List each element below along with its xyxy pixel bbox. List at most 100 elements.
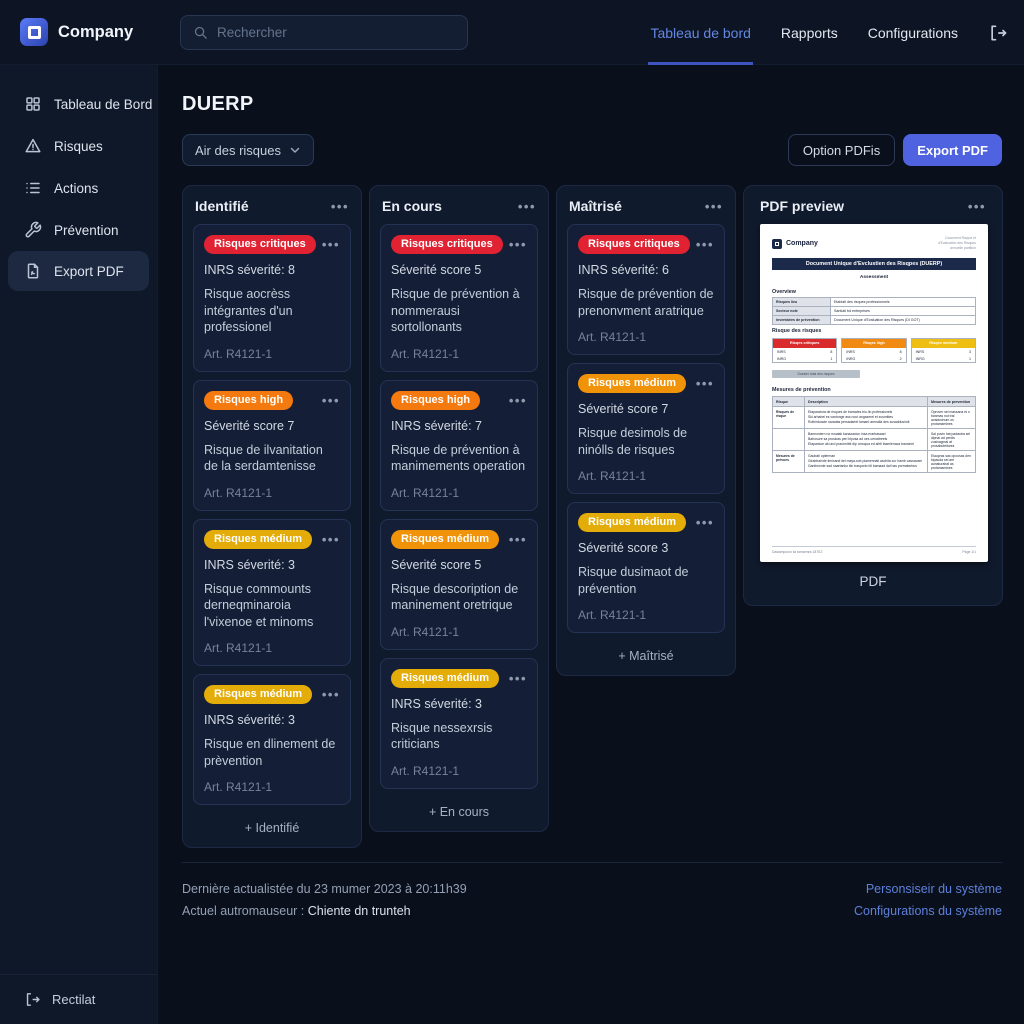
card-article: Art. R4121-1: [204, 485, 273, 500]
sidebar-item-export-pdf[interactable]: Export PDF: [8, 251, 149, 291]
risk-filter-dropdown[interactable]: Air des risques: [182, 134, 314, 166]
card-menu-icon[interactable]: •••: [322, 533, 340, 546]
add-card-button[interactable]: + En cours: [380, 797, 538, 819]
export-pdf-button[interactable]: Export PDF: [903, 134, 1002, 166]
card-menu-icon[interactable]: •••: [696, 238, 714, 251]
logout-icon: [26, 993, 40, 1006]
sidebar-item-tableau-de-bord[interactable]: Tableau de Bord: [0, 83, 157, 125]
link-personnaliser-systeme[interactable]: Personsiseir du système: [854, 879, 1002, 901]
risk-card[interactable]: Risques high ••• INRS séverité: 7 Risque…: [380, 379, 538, 511]
pdf-preview-menu-icon[interactable]: •••: [968, 200, 986, 213]
sidebar-item-label: Export PDF: [54, 263, 124, 279]
risk-card[interactable]: Risques critiques ••• Séverité score 5 R…: [380, 224, 538, 372]
nav-configurations[interactable]: Configurations: [866, 0, 960, 65]
card-menu-icon[interactable]: •••: [509, 238, 527, 251]
card-article: Art. R4121-1: [204, 780, 273, 794]
card-menu-icon[interactable]: •••: [322, 238, 340, 251]
pdf-preview-panel: PDF preview ••• Company Document Risque …: [743, 185, 1003, 606]
top-navigation: Tableau de bord Rapports Configurations: [648, 0, 1008, 65]
sidebar-logout-label: Rectilat: [52, 992, 96, 1007]
status-badge: Risques médium: [204, 529, 313, 549]
pdf-mesures-table: Risque Description Mesures de prevention…: [772, 396, 976, 474]
sidebar-logout[interactable]: Rectilat: [0, 974, 157, 1024]
page-title: DUERP: [182, 93, 254, 115]
search-input[interactable]: [217, 25, 455, 40]
risk-card[interactable]: Risques médium ••• Séverité score 7 Risq…: [567, 363, 725, 494]
card-severity: INRS séverité: 7: [391, 418, 483, 433]
sidebar-item-label: Prévention: [54, 222, 119, 238]
status-badge: Risques médium: [578, 513, 687, 532]
column-identifie: Identifié ••• Risques critiques ••• INRS…: [182, 185, 362, 848]
column-menu-icon[interactable]: •••: [518, 200, 536, 213]
risk-card[interactable]: Risques high ••• Séverité score 7 Risque…: [193, 379, 351, 511]
card-description: Risque de prévention à manimements opera…: [391, 442, 526, 474]
add-card-button[interactable]: + Maîtrisé: [567, 641, 725, 663]
grid-icon: [26, 97, 40, 111]
pdf-company-name: Company: [786, 240, 818, 248]
card-menu-icon[interactable]: •••: [696, 516, 714, 529]
card-description: Risque commounts derneqminaroia l'vixeno…: [204, 581, 314, 629]
card-article: Art. R4121-1: [204, 641, 273, 655]
pdf-risk-box-high: Risqes high: [842, 339, 906, 349]
risk-card[interactable]: Risques médium ••• Séverité score 3 Risq…: [567, 502, 725, 633]
card-menu-icon[interactable]: •••: [509, 672, 527, 685]
risk-card[interactable]: Risques médium ••• INRS séverité: 3 Risq…: [380, 657, 538, 789]
card-article: Art. R4121-1: [204, 346, 273, 361]
pdf-risk-summary-boxes: Risqes critiques INRS 8 INRG 1 Risqes high…: [772, 338, 976, 364]
risk-card[interactable]: Risques critiques ••• INRS séverité: 6 R…: [567, 224, 725, 355]
card-description: Risque en dlinement de prèvention: [204, 737, 336, 768]
card-menu-icon[interactable]: •••: [322, 394, 340, 407]
pdf-risk-box-critical: Risqes critiques: [773, 339, 837, 349]
status-badge: Risques médium: [391, 668, 500, 688]
card-description: Risque de prévention de prenonvment arat…: [578, 287, 714, 318]
card-severity: INRS séverité: 3: [204, 557, 296, 572]
card-severity: Séverité score 5: [391, 557, 482, 572]
pdf-risques-heading: Risque des risques: [772, 328, 822, 335]
card-menu-icon[interactable]: •••: [509, 533, 527, 546]
card-menu-icon[interactable]: •••: [696, 377, 714, 390]
card-menu-icon[interactable]: •••: [509, 394, 527, 407]
status-badge: Risques critiques: [391, 235, 503, 254]
pdf-document-preview[interactable]: Company Document Risque et d'Evaluation …: [760, 224, 988, 562]
nav-rapports[interactable]: Rapports: [779, 0, 840, 65]
brand-name: Company: [58, 22, 134, 41]
status-badge: Risques médium: [204, 685, 313, 704]
search-bar[interactable]: [180, 15, 468, 50]
pdf-gray-button: Dossier total des risques: [772, 370, 860, 379]
pdf-preview-title: PDF preview: [760, 198, 845, 214]
logout-icon[interactable]: [988, 23, 1008, 43]
pdf-footer-left: Dasiampuion lia tamarmra 187EZ: [772, 550, 823, 554]
sidebar-item-risques[interactable]: Risques: [0, 125, 157, 167]
card-article: Art. R4121-1: [391, 763, 460, 778]
risk-card[interactable]: Risques médium ••• INRS séverité: 3 Risq…: [193, 674, 351, 805]
link-configurations-systeme[interactable]: Configurations du système: [854, 901, 1002, 923]
list-icon: [26, 182, 40, 194]
column-menu-icon[interactable]: •••: [331, 200, 349, 213]
risk-card[interactable]: Risques critiques ••• INRS séverité: 8 R…: [193, 224, 351, 372]
nav-tableau-de-bord[interactable]: Tableau de bord: [648, 0, 753, 65]
sidebar-item-actions[interactable]: Actions: [0, 167, 157, 209]
card-description: Risque de prévention à nommerausi sortol…: [391, 287, 520, 334]
status-badge: Risques critiques: [578, 235, 690, 254]
brand: Company: [20, 18, 133, 46]
column-maitrise: Maîtrisé ••• Risques critiques ••• INRS …: [556, 185, 736, 676]
column-title: Maîtrisé: [569, 198, 622, 214]
last-updated-text: Dernière actualistée du 23 mumer 2023 à …: [182, 882, 467, 896]
current-user-text: Actuel autromauseur : Chiente dn trunteh: [182, 903, 411, 918]
card-severity: Séverité score 3: [578, 541, 669, 555]
sidebar-item-label: Risques: [54, 138, 103, 154]
pdf-overview-table: Risques lieu Etablati des risques profess…: [772, 297, 976, 326]
add-card-button[interactable]: + Identifié: [193, 813, 351, 835]
column-title: En cours: [382, 198, 442, 214]
status-badge: Risques high: [391, 390, 481, 410]
column-menu-icon[interactable]: •••: [705, 200, 723, 213]
status-badge: Risques critiques: [204, 235, 316, 254]
risk-card[interactable]: Risques médium ••• INRS séverité: 3 Risq…: [193, 518, 351, 666]
pdf-corner-text: Document Risque et d'Evaluation des Risq…: [938, 236, 976, 251]
pdf-options-button[interactable]: Option PDFis: [787, 134, 896, 166]
card-menu-icon[interactable]: •••: [322, 688, 340, 701]
pdf-company-logo-icon: [772, 238, 782, 249]
sidebar-item-prevention[interactable]: Prévention: [0, 209, 157, 251]
risk-card[interactable]: Risques médium ••• Séverité score 5 Risq…: [380, 518, 538, 650]
card-description: Risque de ilvanitation de la serdamtenis…: [204, 442, 323, 474]
